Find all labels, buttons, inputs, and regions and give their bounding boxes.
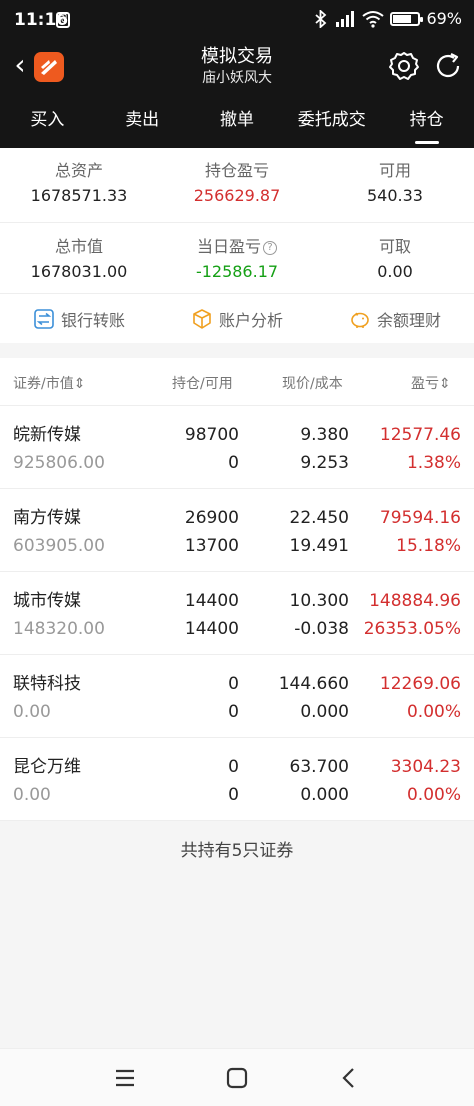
holdings-table: 证券/市值⇕ 持仓/可用 现价/成本 盈亏⇕ 皖新传媒 925806.00 9870… <box>0 358 474 821</box>
pnl-percent: 26353.05% <box>363 619 461 639</box>
balance-finance-button[interactable]: 余额理财 <box>316 307 474 331</box>
available-qty: 14400 <box>184 619 239 639</box>
cost-price: 0.000 <box>300 702 349 722</box>
sim-icon: ₪ <box>56 12 70 28</box>
position-qty: 0 <box>228 674 239 694</box>
security-name: 皖新传媒 <box>13 425 81 445</box>
table-row[interactable]: 联特科技 0.00 0 0 144.660 0.000 12269.06 0.00% <box>0 655 474 738</box>
header-security[interactable]: 证券/市值⇕ <box>13 373 85 393</box>
wifi-icon <box>362 10 385 28</box>
position-pnl-value: 256629.87 <box>193 186 281 205</box>
market-value: 0.00 <box>13 702 51 722</box>
table-row[interactable]: 城市传媒 148320.00 14400 14400 10.300 -0.038 14888… <box>0 572 474 655</box>
available-qty: 13700 <box>184 536 239 556</box>
market-value: 603905.00 <box>13 536 105 556</box>
transfer-icon <box>34 309 54 329</box>
battery-percent: 69% <box>426 9 462 28</box>
total-market-value: 总市值 1678031.00 <box>0 224 158 294</box>
position-qty: 98700 <box>184 425 239 445</box>
table-row[interactable]: 昆仑万维 0.00 0 0 63.700 0.000 3304.23 0.00% <box>0 738 474 821</box>
available-qty: 0 <box>228 453 239 473</box>
available-funds-value: 540.33 <box>367 186 423 205</box>
position-qty: 0 <box>228 757 239 777</box>
status-icons: 69% <box>314 9 462 28</box>
menu-icon[interactable] <box>110 1063 140 1093</box>
header-position: 持仓/可用 <box>172 376 233 392</box>
back-nav-icon[interactable] <box>334 1063 364 1093</box>
security-name: 城市传媒 <box>13 591 81 611</box>
total-assets: 总资产 1678571.33 <box>0 148 158 218</box>
divider <box>0 222 474 223</box>
pnl-value: 12269.06 <box>379 674 461 694</box>
current-price: 22.450 <box>289 508 349 528</box>
battery-icon <box>390 11 424 26</box>
security-name: 南方传媒 <box>13 508 81 528</box>
security-name: 昆仑万维 <box>13 757 81 777</box>
pnl-value: 79594.16 <box>379 508 461 528</box>
current-price: 63.700 <box>289 757 349 777</box>
withdrawable-funds: 可取 0.00 <box>316 224 474 294</box>
signal-icon <box>336 10 355 27</box>
app-header: ‹ 模拟交易 庙小妖风大 <box>0 40 474 95</box>
available-qty: 0 <box>228 702 239 722</box>
available-qty: 0 <box>228 785 239 805</box>
tab-cancel[interactable]: 撤单 <box>190 95 285 148</box>
status-bar: 11:16 ₪ 69% <box>0 0 474 40</box>
total-assets-value: 1678571.33 <box>30 186 128 205</box>
market-value: 0.00 <box>13 785 51 805</box>
table-row[interactable]: 皖新传媒 925806.00 98700 0 9.380 9.253 12577.46 1.3… <box>0 406 474 489</box>
gear-icon[interactable] <box>388 50 420 82</box>
bank-transfer-button[interactable]: 银行转账 <box>0 307 158 331</box>
withdrawable-funds-value: 0.00 <box>377 262 413 281</box>
position-qty: 26900 <box>184 508 239 528</box>
current-price: 9.380 <box>300 425 349 445</box>
pnl-percent: 15.18% <box>396 536 461 556</box>
market-value: 925806.00 <box>13 453 105 473</box>
pnl-percent: 1.38% <box>406 453 461 473</box>
bluetooth-icon <box>315 9 327 28</box>
current-price: 144.660 <box>278 674 349 694</box>
help-icon[interactable]: ? <box>263 241 277 255</box>
tab-positions[interactable]: 持仓 <box>379 95 474 148</box>
tab-buy[interactable]: 买入 <box>0 95 95 148</box>
home-icon[interactable] <box>222 1063 252 1093</box>
total-market-value-value: 1678031.00 <box>30 262 128 281</box>
current-price: 10.300 <box>289 591 349 611</box>
piggy-bank-icon <box>351 312 369 328</box>
sort-icon: ⇕ <box>73 376 86 392</box>
table-header: 证券/市值⇕ 持仓/可用 现价/成本 盈亏⇕ <box>0 358 474 406</box>
trade-tabs: 买入 卖出 撤单 委托成交 持仓 <box>0 95 474 148</box>
cost-price: 0.000 <box>300 785 349 805</box>
box-icon <box>193 309 211 329</box>
header-pnl[interactable]: 盈亏⇕ <box>411 373 451 393</box>
position-qty: 14400 <box>184 591 239 611</box>
sort-icon: ⇕ <box>439 376 451 392</box>
quick-actions: 银行转账 账户分析 余额理财 <box>0 293 474 345</box>
tab-sell[interactable]: 卖出 <box>95 95 190 148</box>
pnl-value: 3304.23 <box>390 757 461 777</box>
daily-pnl-value: -12586.17 <box>195 262 279 281</box>
pnl-value: 12577.46 <box>379 425 461 445</box>
pnl-value: 148884.96 <box>369 591 461 611</box>
available-funds: 可用 540.33 <box>316 148 474 218</box>
daily-pnl: 当日盈亏? -12586.17 <box>158 224 316 294</box>
security-name: 联特科技 <box>13 674 81 694</box>
pnl-percent: 0.00% <box>406 702 461 722</box>
header-price: 现价/成本 <box>282 376 343 392</box>
system-navbar <box>0 1048 474 1106</box>
cost-price: 19.491 <box>289 536 349 556</box>
position-pnl: 持仓盈亏 256629.87 <box>158 148 316 218</box>
table-row[interactable]: 南方传媒 603905.00 26900 13700 22.450 19.491 79594… <box>0 489 474 572</box>
cost-price: 9.253 <box>300 453 349 473</box>
account-analysis-button[interactable]: 账户分析 <box>158 307 316 331</box>
pnl-percent: 0.00% <box>406 785 461 805</box>
refresh-icon[interactable] <box>432 50 464 82</box>
holdings-count: 共持有5只证券 <box>0 822 474 882</box>
market-value: 148320.00 <box>13 619 105 639</box>
cost-price: -0.038 <box>294 619 349 639</box>
tab-orders[interactable]: 委托成交 <box>284 95 379 148</box>
